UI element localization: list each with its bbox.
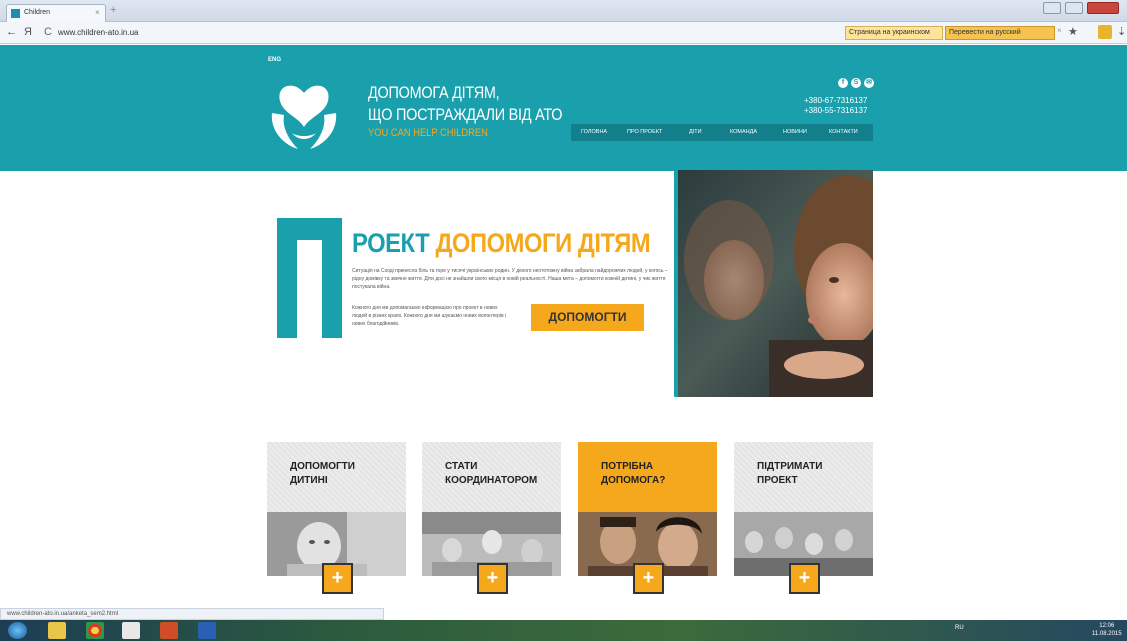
nav-item-contacts[interactable]: КОНТАКТИ [829,129,858,135]
clock[interactable]: 12:06 11.08.2015 [1092,622,1122,638]
chrome-icon[interactable] [86,622,104,639]
card-title-line-2: ДИТИНІ [290,475,328,486]
translate-page-language[interactable]: Страница на украинском [845,26,943,40]
browser-tab-bar: Children × + [0,0,1127,22]
status-url-bar: www.children-ato.in.ua/anketa_sem2.html [0,608,384,620]
card-title-line-1: СТАТИ [445,461,478,472]
clock-time: 12:06 [1099,623,1115,629]
card-title-line-2: ДОПОМОГА? [601,475,666,486]
yandex-icon[interactable]: Я [24,26,32,38]
minimize-button[interactable] [1043,2,1061,14]
nav-item-home[interactable]: ГОЛОВНА [581,129,607,135]
clock-date: 11.08.2015 [1092,631,1122,637]
hero-photo [674,170,873,397]
language-indicator[interactable]: RU [955,625,964,631]
language-switch[interactable]: ENG [268,57,281,63]
tab-title: Children [24,9,51,16]
favicon-icon [11,9,20,18]
brand-line-1: ДОПОМОГА ДІТЯМ, [368,83,500,102]
phone-1: +380-67-7316137 [804,96,868,105]
windows-taskbar: RU 12:06 11.08.2015 [0,620,1127,641]
new-tab-button[interactable]: + [110,4,116,16]
nav-item-team[interactable]: КОМАНДА [730,129,757,135]
card-title-line-1: ПОТРІБНА [601,461,654,472]
reload-button[interactable]: C [44,26,52,38]
card-title-line-1: ПІДТРИМАТИ [757,461,823,472]
url-field[interactable]: www.children-ato.in.ua [58,28,138,37]
site-header: ENG ДОПОМОГА ДІТЯМ, ЩО ПОСТРАЖДАЛИ ВІД А… [0,45,1127,171]
hero-title-part-a: РОЕКТ [352,228,430,258]
card-need-help[interactable]: ПОТРІБНА ДОПОМОГА? + [578,442,717,594]
maximize-button[interactable] [1065,2,1083,14]
window-controls [1043,2,1121,16]
hero-paragraph-2: Кожного дня ми допомагаємо інформацією п… [352,305,507,327]
brand-line-2: ЩО ПОСТРАЖДАЛИ ВІД АТО [368,105,563,124]
browser-tab[interactable]: Children × [6,4,106,22]
download-icon[interactable]: ⇣ [1117,25,1126,38]
nav-item-news[interactable]: НОВИНИ [783,129,807,135]
facebook-icon[interactable]: f [838,78,848,88]
main-nav: ГОЛОВНА ПРО ПРОЕКТ ДІТИ КОМАНДА НОВИНИ К… [571,124,873,141]
nav-item-children[interactable]: ДІТИ [689,129,702,135]
close-window-button[interactable] [1087,2,1119,14]
word-icon[interactable] [198,622,216,639]
mail-icon[interactable]: ✉ [864,78,874,88]
phone-2: +380-55-7316137 [804,106,868,115]
plus-button[interactable]: + [789,563,820,594]
card-help-child[interactable]: ДОПОМОГТИ ДИТИНІ + [267,442,406,594]
powerpoint-icon[interactable] [160,622,178,639]
plus-button[interactable]: + [477,563,508,594]
nav-item-about[interactable]: ПРО ПРОЕКТ [627,129,662,135]
card-support-project[interactable]: ПІДТРИМАТИ ПРОЕКТ + [734,442,873,594]
extension-icon[interactable] [1098,25,1112,39]
explorer-icon[interactable] [48,622,66,639]
back-button[interactable]: ← [6,26,17,38]
card-become-coordinator[interactable]: СТАТИ КООРДИНАТОРОМ + [422,442,561,594]
plus-button[interactable]: + [322,563,353,594]
site-logo[interactable] [264,75,344,155]
social-links: f S ✉ [838,78,874,88]
skype-icon[interactable]: S [851,78,861,88]
help-button[interactable]: ДОПОМОГТИ [531,304,644,331]
card-title-line-1: ДОПОМОГТИ [290,461,355,472]
address-bar: ← Я C www.children-ato.in.ua Страница на… [0,22,1127,44]
big-letter-p [277,218,342,338]
plus-button[interactable]: + [633,563,664,594]
translate-button[interactable]: Перевести на русский [945,26,1055,40]
card-title-line-2: ПРОЕКТ [757,475,798,486]
brand-tagline: YOU CAN HELP CHILDREN [368,127,488,139]
hero-paragraph-1: Ситуація на Сході принесла біль та горе … [352,268,668,290]
card-title-line-2: КООРДИНАТОРОМ [445,475,538,486]
start-button[interactable] [8,622,27,639]
bookmark-star-icon[interactable]: ★ [1068,25,1078,38]
hero-title: РОЕКТ ДОПОМОГИ ДІТЯМ [352,228,651,259]
yandex-browser-icon[interactable] [122,622,140,639]
tab-close-icon[interactable]: × [95,8,100,17]
hero-title-part-b: ДОПОМОГИ ДІТЯМ [435,228,651,258]
